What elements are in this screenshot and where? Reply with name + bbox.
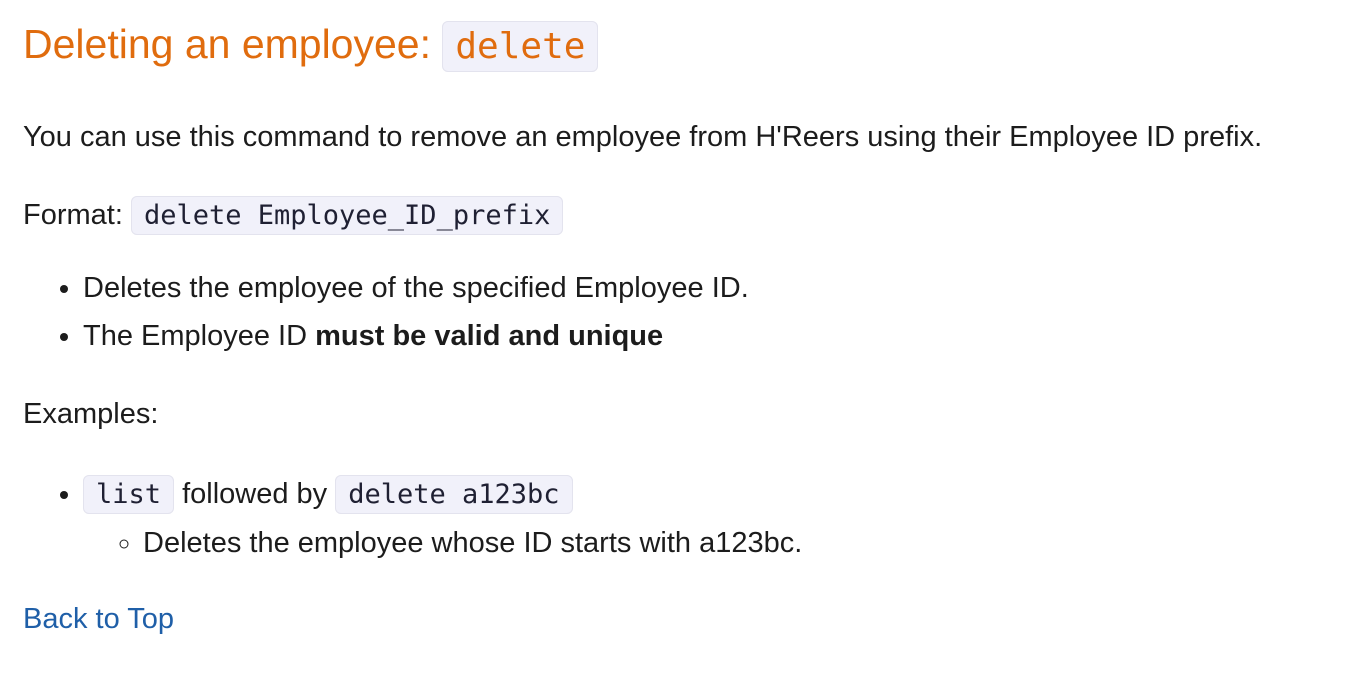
back-to-top-link[interactable]: Back to Top (23, 603, 174, 635)
example-item: list followed by delete a123bc Deletes t… (83, 470, 1333, 567)
format-label: Format: (23, 199, 131, 231)
back-to-top-line: Back to Top (23, 595, 1333, 643)
document-section: Deleting an employee: delete You can use… (23, 12, 1333, 643)
intro-paragraph: You can use this command to remove an em… (23, 121, 1263, 153)
heading-text: Deleting an employee: (23, 21, 443, 67)
note-bold-text: must be valid and unique (315, 320, 664, 352)
format-code: delete Employee_ID_prefix (130, 196, 564, 235)
example-text: followed by (174, 478, 336, 510)
note-item: The Employee ID must be valid and unique (83, 312, 1333, 360)
heading-command-code: delete (442, 21, 599, 72)
example-explanation: Deletes the employee whose ID starts wit… (143, 519, 1333, 567)
notes-list: Deletes the employee of the specified Em… (23, 264, 1333, 360)
note-text: The Employee ID (83, 320, 316, 352)
section-heading: Deleting an employee: delete (23, 12, 1333, 79)
example-sublist: Deletes the employee whose ID starts wit… (83, 519, 1333, 567)
format-line: Format: delete Employee_ID_prefix (23, 191, 1333, 240)
examples-label: Examples: (23, 398, 159, 430)
note-item: Deletes the employee of the specified Em… (83, 264, 1333, 312)
example-code-list: list (83, 475, 175, 514)
example-code-delete: delete a123bc (335, 475, 573, 514)
examples-list: list followed by delete a123bc Deletes t… (23, 470, 1333, 567)
